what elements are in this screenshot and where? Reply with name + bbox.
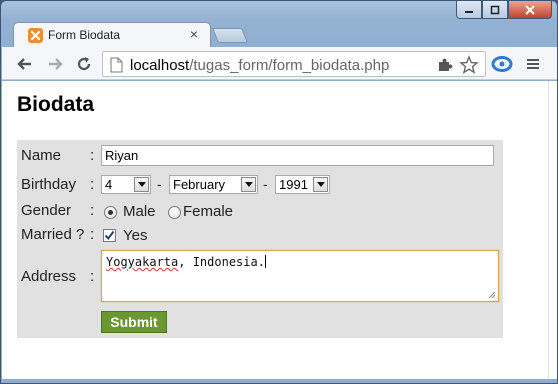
- address-word-misspelled: Yogyakarta: [106, 255, 179, 269]
- address-colon: :: [90, 268, 95, 285]
- tab-form-biodata[interactable]: Form Biodata ×: [13, 22, 211, 47]
- gender-male-radio[interactable]: [104, 206, 117, 219]
- tab-close-button[interactable]: ×: [188, 27, 200, 41]
- close-window-button[interactable]: [508, 1, 552, 19]
- text-caret: [264, 255, 266, 268]
- gender-male-label: Male: [123, 203, 156, 220]
- birthday-month-value: February: [173, 177, 226, 192]
- tab-title: Form Biodata: [48, 28, 121, 42]
- lastpass-button[interactable]: [491, 53, 513, 75]
- chevron-down-icon: [134, 177, 149, 192]
- back-arrow-icon: [17, 58, 31, 70]
- maximize-button[interactable]: [482, 1, 508, 19]
- biodata-form: Name : Riyan Birthday : 4 - February - 1…: [17, 140, 503, 338]
- name-label: Name: [21, 147, 62, 164]
- gender-female-radio[interactable]: [168, 206, 181, 219]
- star-icon[interactable]: [459, 55, 479, 75]
- page-viewport: Biodata Name : Riyan Birthday : 4 - Febr…: [2, 81, 548, 379]
- married-label: Married ?: [21, 226, 85, 243]
- menu-button[interactable]: [522, 53, 544, 75]
- browser-toolbar: localhost/tugas_form/form_biodata.php: [2, 47, 557, 80]
- birthday-year-select[interactable]: 1991: [275, 175, 330, 194]
- birthday-day-value: 4: [105, 177, 113, 192]
- menu-icon: [527, 59, 539, 69]
- married-yes-checkbox[interactable]: [103, 229, 116, 242]
- address-bar[interactable]: localhost/tugas_form/form_biodata.php: [102, 51, 486, 77]
- birthday-month-select[interactable]: February: [169, 175, 258, 194]
- married-yes-label: Yes: [123, 227, 148, 244]
- minimize-icon: [465, 10, 473, 13]
- minimize-button[interactable]: [456, 1, 482, 19]
- page-title: Biodata: [17, 93, 95, 116]
- xampp-favicon: [28, 28, 43, 43]
- reload-icon: [77, 57, 91, 71]
- gender-label: Gender: [21, 202, 72, 219]
- name-colon: :: [90, 147, 95, 164]
- url-path: /tugas_form/form_biodata.php: [189, 57, 390, 74]
- resize-grip-icon[interactable]: [488, 291, 496, 299]
- back-button[interactable]: [14, 53, 36, 75]
- forward-button[interactable]: [44, 53, 66, 75]
- new-tab-button[interactable]: [211, 28, 249, 43]
- married-colon: :: [90, 226, 95, 243]
- lastpass-icon: [491, 56, 513, 72]
- chevron-down-icon: [313, 177, 328, 192]
- reload-button[interactable]: [73, 53, 95, 75]
- address-rest: , Indonesia.: [178, 255, 265, 269]
- url-text: localhost/tugas_form/form_biodata.php: [130, 57, 389, 74]
- address-label: Address: [21, 268, 77, 285]
- birthday-label: Birthday: [21, 176, 77, 193]
- page-icon: [110, 57, 123, 73]
- checkmark-icon: [104, 230, 115, 241]
- birthday-year-value: 1991: [279, 177, 308, 192]
- maximize-icon: [490, 5, 500, 14]
- address-textarea[interactable]: Yogyakarta, Indonesia.: [101, 250, 499, 302]
- window-caption-buttons: [456, 1, 552, 19]
- extension-icon[interactable]: [437, 57, 453, 73]
- birthday-separator: -: [263, 176, 268, 192]
- birthday-colon: :: [90, 176, 95, 193]
- close-icon: [525, 4, 535, 15]
- birthday-day-select[interactable]: 4: [101, 175, 151, 194]
- chevron-down-icon: [241, 177, 256, 192]
- gender-colon: :: [90, 202, 95, 219]
- browser-window: Form Biodata × localhost/tugas_form/form…: [0, 0, 558, 384]
- submit-button[interactable]: Submit: [101, 311, 167, 333]
- birthday-separator: -: [157, 176, 162, 192]
- forward-arrow-icon: [49, 58, 63, 70]
- name-input[interactable]: Riyan: [101, 145, 494, 166]
- gender-female-label: Female: [183, 203, 234, 220]
- url-host: localhost: [130, 57, 190, 74]
- viewport-edge: [548, 81, 557, 379]
